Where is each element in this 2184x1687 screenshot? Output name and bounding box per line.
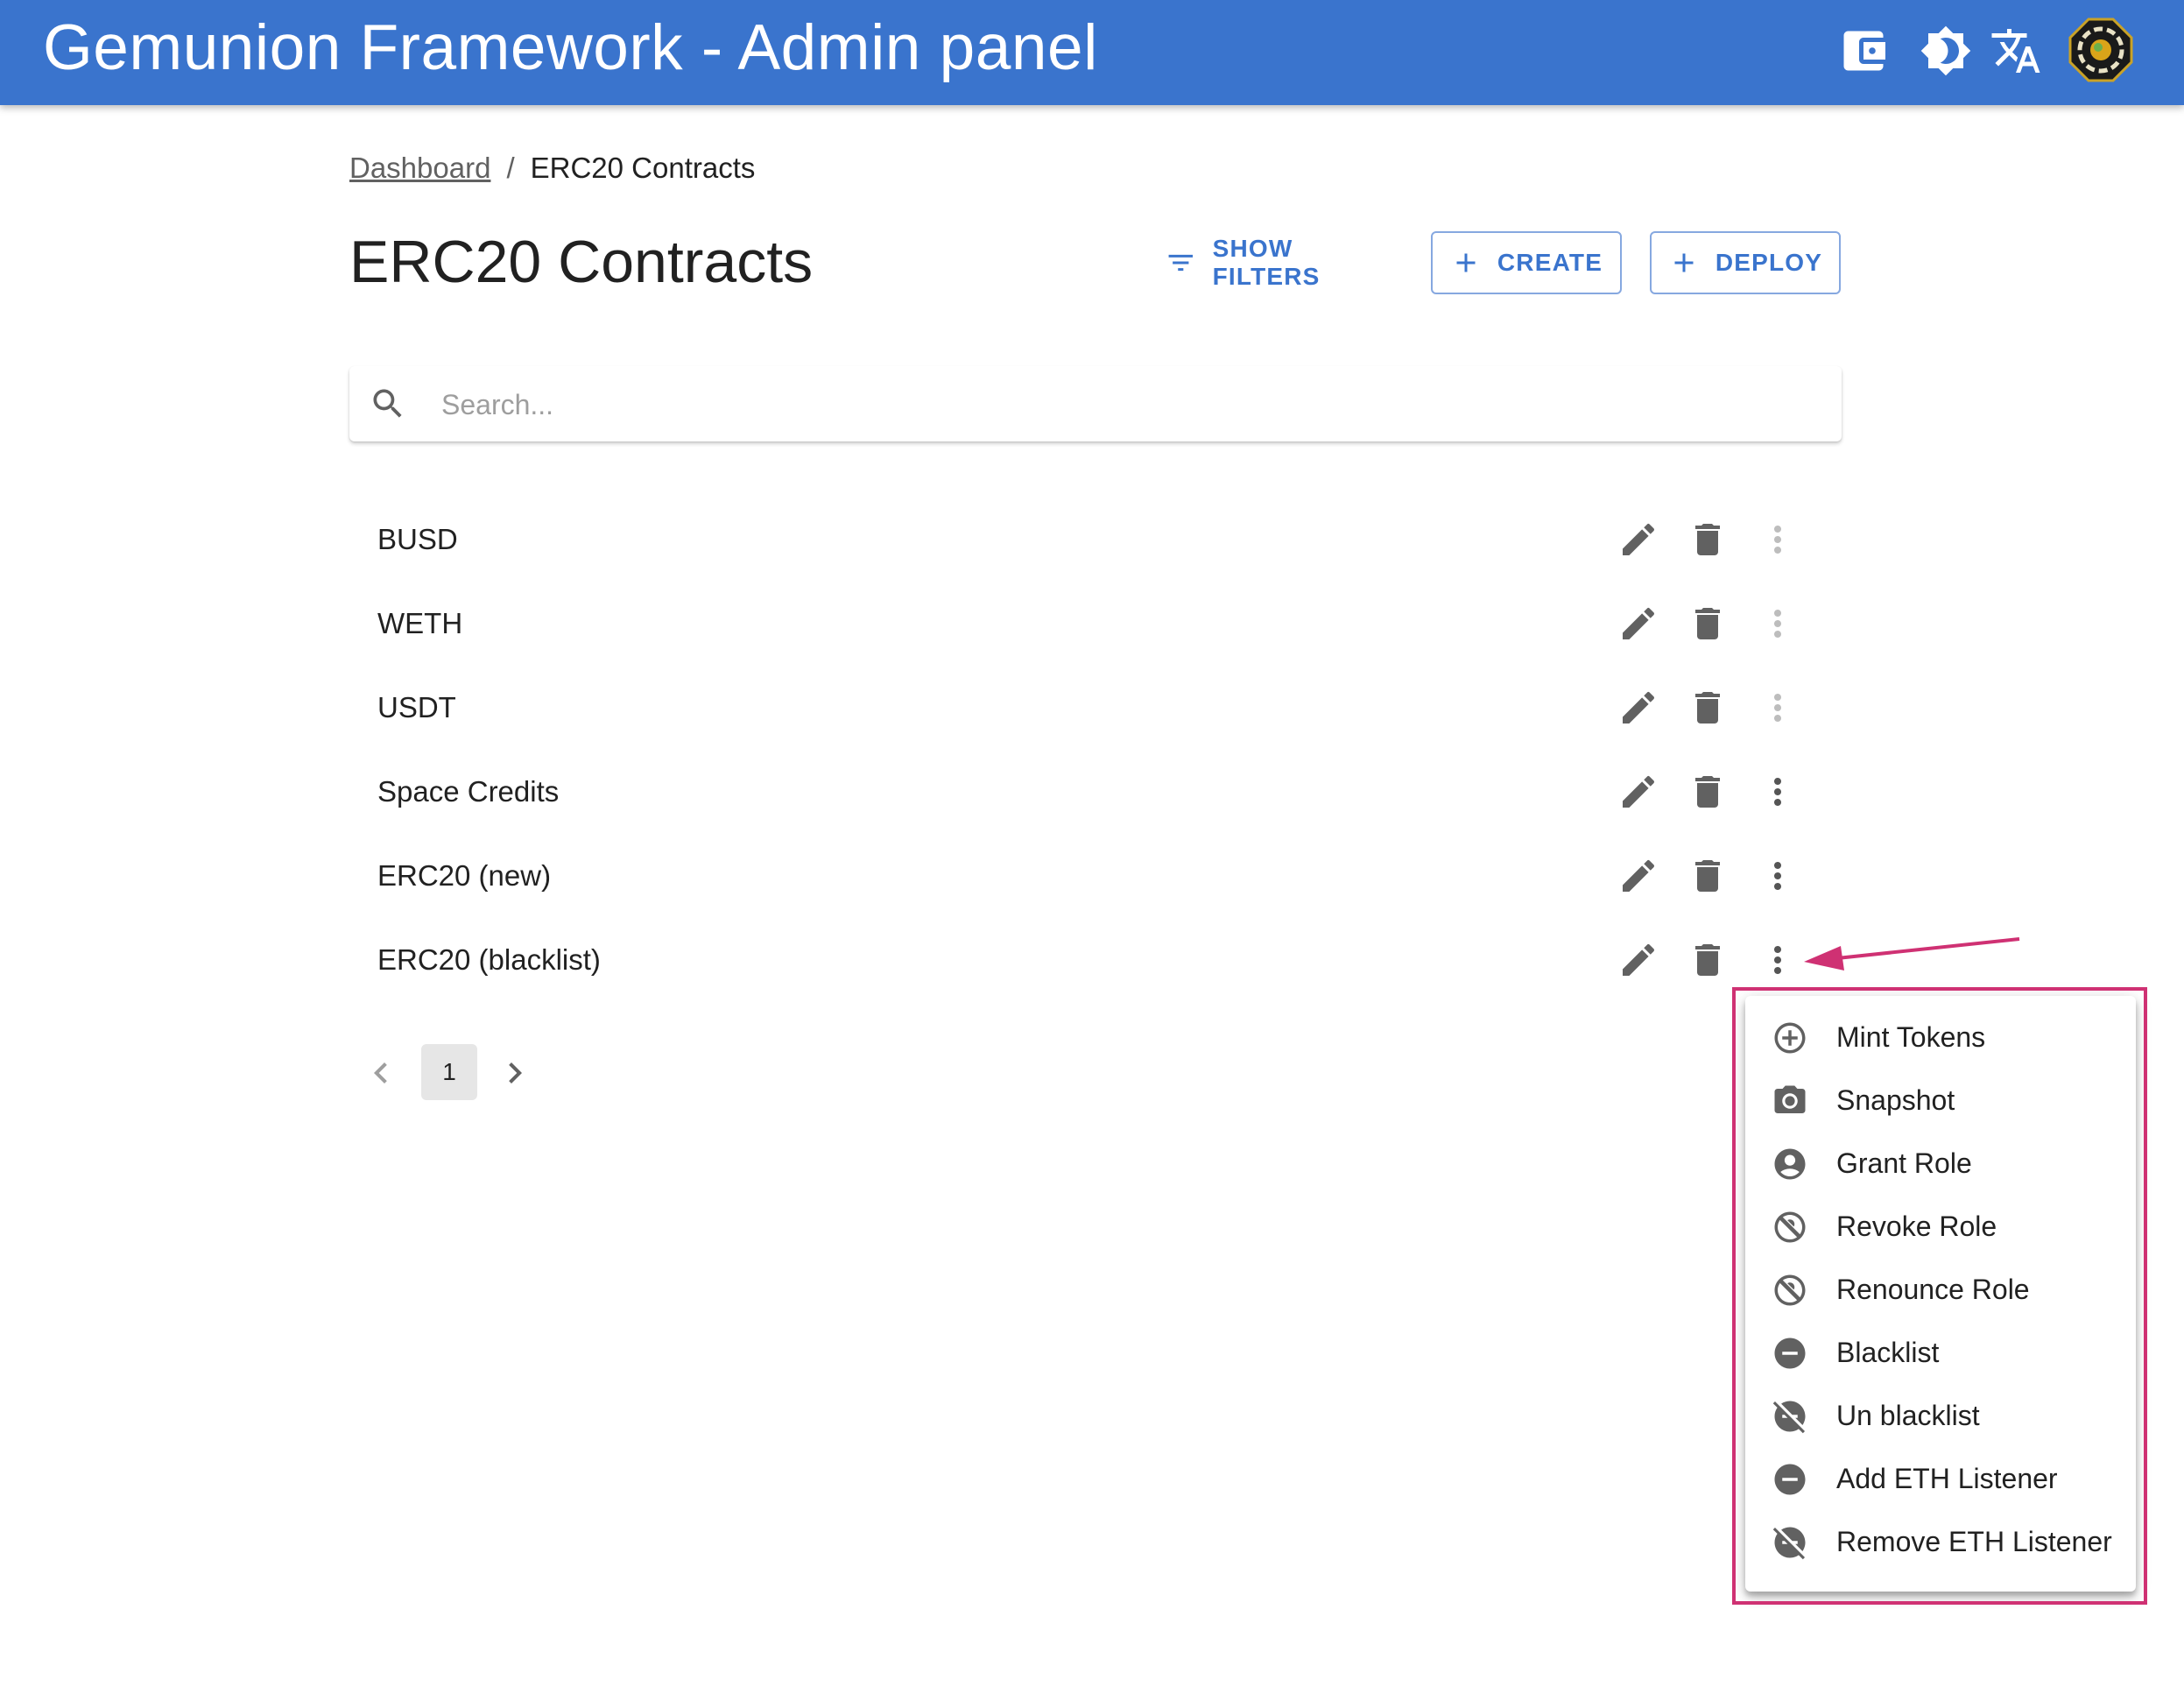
chevron-left-icon[interactable] — [360, 1052, 402, 1094]
add-icon — [1674, 253, 1694, 272]
menu-item-label: Renounce Role — [1836, 1274, 2030, 1305]
no-accounts-icon — [1774, 1274, 1806, 1306]
list-item: Space Credits — [349, 750, 1842, 834]
edit-icon[interactable] — [1617, 939, 1659, 981]
menu-item-label: Snapshot — [1836, 1084, 1955, 1116]
menu-item-label: Grant Role — [1836, 1147, 1972, 1179]
user-avatar[interactable] — [2068, 18, 2133, 82]
edit-icon[interactable] — [1617, 687, 1659, 729]
show-filters-button[interactable]: SHOW FILTERS — [1165, 235, 1401, 291]
list-item: BUSD — [349, 498, 1842, 582]
menu-item-snapshot[interactable]: Snapshot — [1745, 1069, 2136, 1133]
breadcrumb: Dashboard / ERC20 Contracts — [349, 149, 755, 187]
deploy-button[interactable]: DEPLOY — [1650, 231, 1841, 294]
contract-actions-menu: Mint Tokens Snapshot Grant Role Revoke R… — [1745, 996, 2136, 1592]
edit-icon[interactable] — [1617, 603, 1659, 645]
menu-item-remove-eth-listener[interactable]: Remove ETH Listener — [1745, 1511, 2136, 1574]
do-not-disturb-on-icon — [1774, 1338, 1806, 1369]
list-item: USDT — [349, 666, 1842, 750]
edit-icon[interactable] — [1617, 855, 1659, 897]
menu-item-label: Un blacklist — [1836, 1400, 1980, 1431]
wallet-icon[interactable] — [1837, 25, 1890, 77]
do-not-disturb-on-icon — [1774, 1464, 1806, 1495]
delete-icon[interactable] — [1687, 603, 1729, 645]
menu-item-label: Add ETH Listener — [1836, 1463, 2058, 1494]
do-not-disturb-off-icon — [1772, 1527, 1806, 1560]
more-vert-icon — [1774, 526, 1781, 554]
translate-icon[interactable] — [1990, 25, 2042, 77]
search-icon — [373, 389, 402, 418]
menu-item-blacklist[interactable]: Blacklist — [1745, 1322, 2136, 1385]
page-title: ERC20 Contracts — [349, 229, 814, 295]
breadcrumb-separator: / — [506, 152, 515, 184]
menu-item-label: Revoke Role — [1836, 1211, 1997, 1242]
more-vert-icon[interactable] — [1757, 771, 1799, 813]
theme-toggle-icon[interactable] — [1920, 25, 1972, 77]
edit-icon[interactable] — [1617, 519, 1659, 561]
menu-item-label: Blacklist — [1836, 1337, 1940, 1368]
page-button[interactable]: 1 — [421, 1044, 477, 1100]
more-vert-icon — [1774, 694, 1781, 722]
contract-name: USDT — [377, 691, 456, 724]
edit-icon[interactable] — [1617, 771, 1659, 813]
more-vert-icon[interactable] — [1757, 855, 1799, 897]
show-filters-label: SHOW FILTERS — [1212, 235, 1321, 290]
create-button[interactable]: CREATE — [1431, 231, 1622, 294]
contract-name: ERC20 (blacklist) — [377, 943, 601, 976]
menu-item-add-eth-listener[interactable]: Add ETH Listener — [1745, 1448, 2136, 1511]
delete-icon[interactable] — [1687, 771, 1729, 813]
delete-icon[interactable] — [1687, 687, 1729, 729]
menu-item-label: Remove ETH Listener — [1836, 1526, 2112, 1557]
add-icon — [1456, 253, 1476, 272]
create-label: CREATE — [1497, 249, 1603, 276]
more-vert-icon — [1774, 610, 1781, 638]
delete-icon[interactable] — [1687, 939, 1729, 981]
camera-icon — [1774, 1085, 1806, 1113]
filter-list-icon — [1168, 254, 1193, 272]
list-item: ERC20 (new) — [349, 834, 1842, 918]
delete-icon[interactable] — [1687, 855, 1729, 897]
menu-item-renounce-role[interactable]: Renounce Role — [1745, 1259, 2136, 1322]
menu-item-revoke-role[interactable]: Revoke Role — [1745, 1196, 2136, 1259]
search-input[interactable] — [440, 377, 1809, 433]
app-title: Gemunion Framework - Admin panel — [43, 12, 1098, 83]
contract-name: WETH — [377, 607, 463, 639]
list-item: WETH — [349, 582, 1842, 666]
menu-item-grant-role[interactable]: Grant Role — [1745, 1133, 2136, 1196]
no-accounts-icon — [1774, 1211, 1806, 1243]
chevron-right-icon[interactable] — [494, 1052, 536, 1094]
menu-item-un-blacklist[interactable]: Un blacklist — [1745, 1385, 2136, 1448]
search-box — [349, 366, 1842, 441]
breadcrumb-dashboard-link[interactable]: Dashboard — [349, 152, 490, 184]
deploy-label: DEPLOY — [1715, 249, 1823, 276]
contract-name: Space Credits — [377, 775, 560, 808]
contract-name: ERC20 (new) — [377, 859, 552, 892]
annotation-arrow — [1804, 937, 2020, 971]
menu-item-label: Mint Tokens — [1836, 1021, 1986, 1053]
breadcrumb-current: ERC20 Contracts — [530, 152, 756, 184]
contract-name: BUSD — [377, 523, 458, 555]
do-not-disturb-off-icon — [1772, 1401, 1806, 1434]
add-circle-outline-icon — [1774, 1022, 1806, 1054]
account-circle-icon — [1774, 1148, 1806, 1180]
menu-item-mint-tokens[interactable]: Mint Tokens — [1745, 1006, 2136, 1069]
list-item: ERC20 (blacklist) — [349, 918, 1842, 1002]
delete-icon[interactable] — [1687, 519, 1729, 561]
app-bar: Gemunion Framework - Admin panel — [0, 0, 2184, 105]
